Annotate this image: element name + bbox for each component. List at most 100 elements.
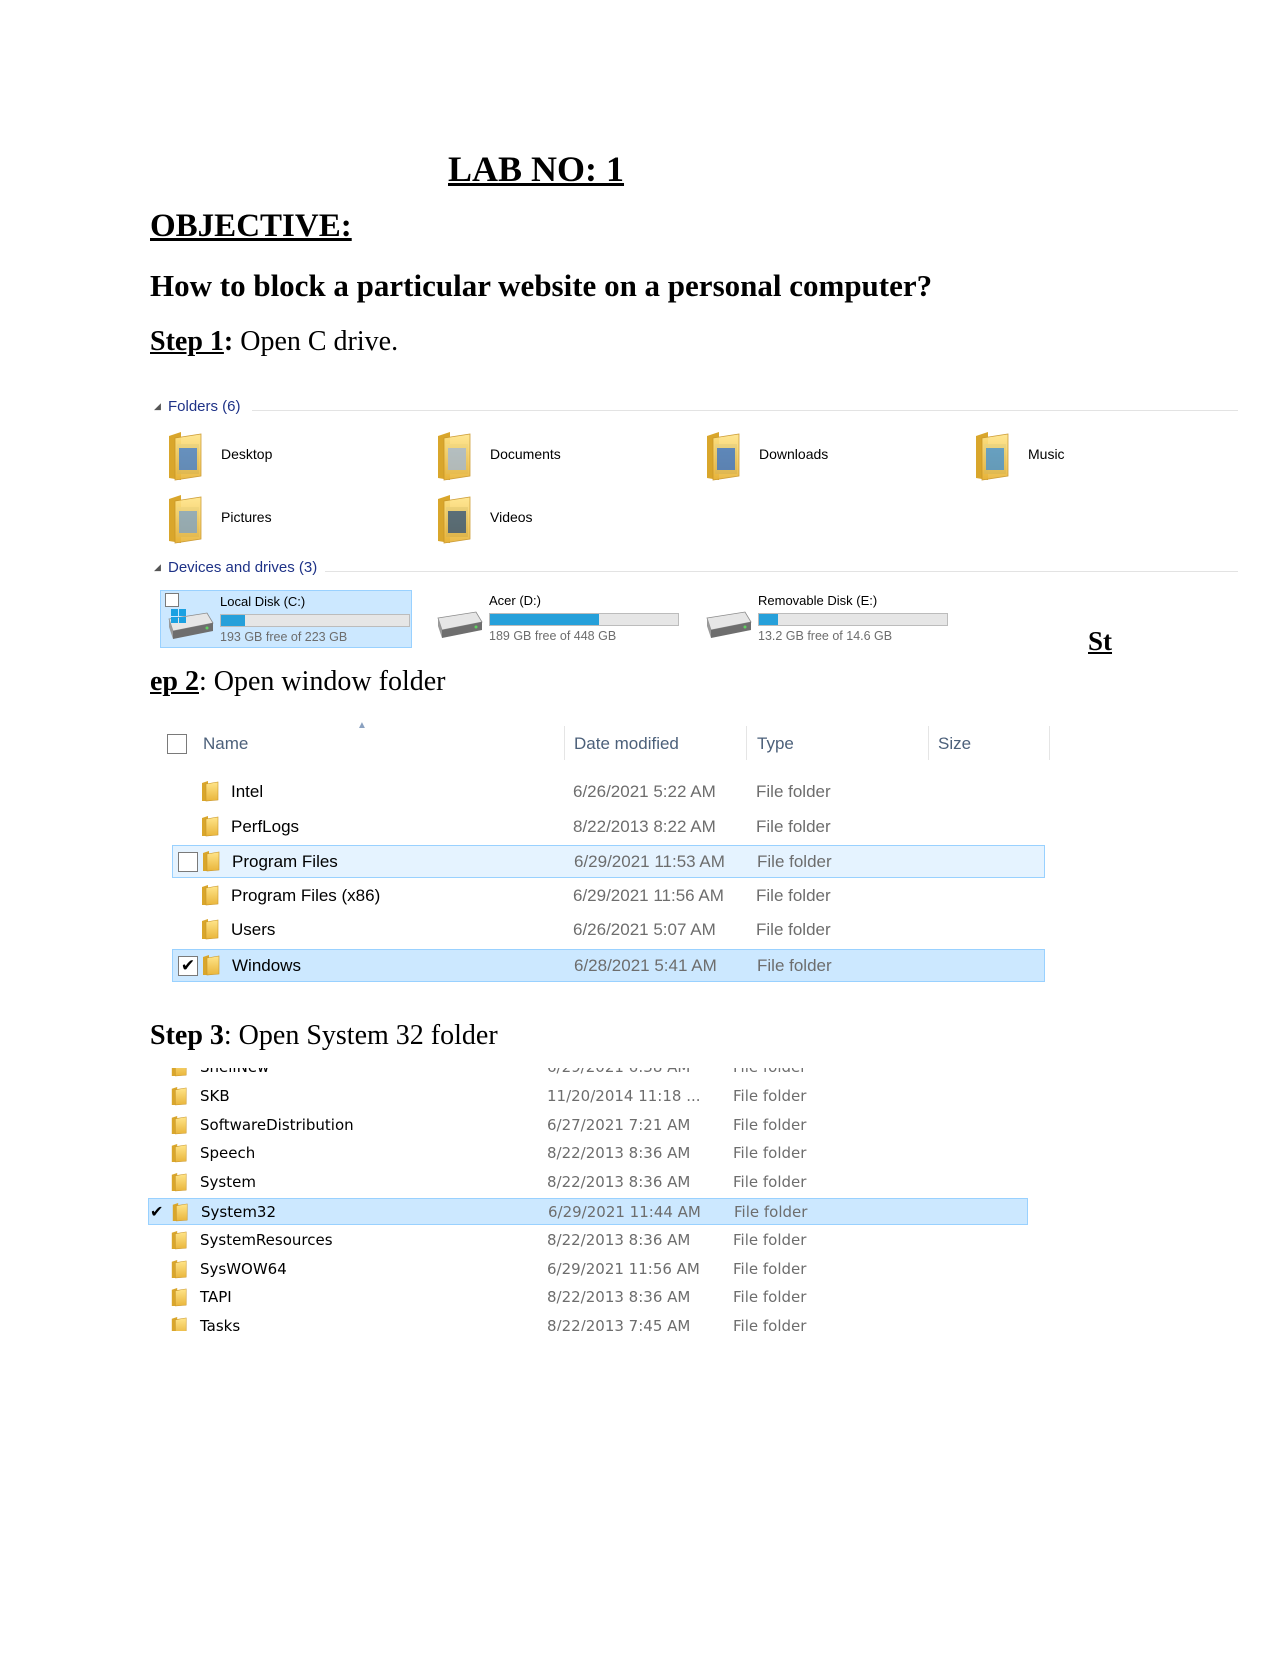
file-name: Windows (232, 955, 301, 975)
videos-folder-icon (438, 495, 471, 544)
file-type: File folder (733, 1086, 807, 1105)
folder-icon (201, 884, 219, 905)
drive-usage-fill (490, 614, 600, 625)
file-name: Speech (200, 1144, 256, 1163)
sort-ascending-icon: ▲ (357, 720, 367, 731)
folder-icon (171, 1316, 187, 1331)
table-row[interactable]: Program Files (x86) 6/29/2021 11:56 AM Fil… (172, 880, 1045, 913)
file-date-modified: 11/20/2014 11:18 ... (547, 1086, 701, 1105)
file-type: File folder (733, 1230, 807, 1249)
file-date-modified: 8/22/2013 8:36 AM (547, 1144, 691, 1163)
file-date-modified: 6/29/2021 6:38 AM (547, 1068, 690, 1076)
column-separator[interactable] (928, 726, 929, 760)
column-header-row: Name ▲ Date modified Type Size (160, 720, 1060, 762)
drive-tile[interactable]: Removable Disk (E:) 13.2 GB free of 14.6 … (699, 590, 951, 648)
table-row[interactable]: TAPI 8/22/2013 8:36 AM File folder (148, 1284, 1028, 1311)
file-date-modified: 8/22/2013 8:36 AM (547, 1230, 691, 1249)
table-row[interactable]: Users 6/26/2021 5:07 AM File folder (172, 914, 1045, 947)
step1-text: Open C drive. (233, 326, 399, 357)
devices-group-header[interactable]: ◢ Devices and drives (3) (150, 559, 1238, 583)
file-type: File folder (733, 1144, 807, 1163)
file-date-modified: 6/29/2021 11:56 AM (573, 885, 724, 905)
folder-tile[interactable]: Music (972, 430, 1222, 486)
folder-icon (171, 1259, 187, 1278)
folder-tile[interactable]: Desktop (165, 430, 415, 486)
column-header-size[interactable]: Size (938, 734, 971, 754)
table-row[interactable]: Intel 6/26/2021 5:22 AM File folder (172, 776, 1045, 809)
table-row[interactable]: ✔ Windows 6/28/2021 5:41 AM File folder (172, 948, 1045, 982)
devices-group-label: Devices and drives (3) (168, 559, 318, 576)
file-type: File folder (734, 1203, 808, 1221)
file-type: File folder (756, 816, 831, 836)
folder-label: Pictures (221, 509, 272, 525)
step3-label: Step 3 (150, 1020, 224, 1051)
table-row[interactable]: Speech 8/22/2013 8:36 AM File folder (148, 1140, 1028, 1167)
file-date-modified: 6/26/2021 5:22 AM (573, 782, 716, 801)
file-name: Intel (231, 782, 264, 801)
file-date-modified: 8/22/2013 8:36 AM (547, 1288, 691, 1307)
file-date-modified: 8/22/2013 8:22 AM (573, 816, 716, 836)
column-header-name[interactable]: Name (203, 734, 248, 754)
drive-checkbox[interactable] (165, 593, 179, 607)
row-checkbox[interactable] (178, 852, 198, 872)
step2-heading-prefix: St (1088, 626, 1113, 656)
documents-folder-icon (438, 432, 471, 481)
file-date-modified: 6/27/2021 7:21 AM (547, 1115, 691, 1134)
folder-tile[interactable]: Documents (434, 430, 684, 486)
hard-drive-icon (437, 611, 483, 638)
column-header-type[interactable]: Type (757, 734, 794, 754)
step2-text: : Open window folder (199, 666, 446, 697)
file-type: File folder (733, 1259, 807, 1278)
folder-icon (171, 1115, 187, 1134)
row-checkbox[interactable]: ✔ (178, 955, 198, 976)
column-separator[interactable] (1049, 726, 1050, 760)
folders-group-label: Folders (6) (168, 398, 241, 415)
file-date-modified: 6/29/2021 11:53 AM (574, 852, 725, 871)
file-name: Program Files (232, 852, 338, 871)
folder-icon (171, 1230, 187, 1250)
column-separator[interactable] (746, 726, 747, 760)
file-type: File folder (757, 852, 832, 871)
table-row[interactable]: SoftwareDistribution 6/27/2021 7:21 AM Fil… (148, 1112, 1028, 1139)
select-all-checkbox[interactable] (167, 734, 187, 754)
folder-icon (171, 1172, 187, 1192)
step3-text: : Open System 32 folder (223, 1020, 498, 1051)
folder-tile[interactable]: Downloads (703, 430, 953, 486)
file-name: SysWOW64 (200, 1259, 287, 1278)
file-date-modified: 6/29/2021 11:56 AM (547, 1259, 700, 1278)
drive-usage-fill (221, 615, 246, 626)
column-separator[interactable] (564, 726, 565, 760)
folder-label: Documents (490, 446, 561, 462)
table-row[interactable]: System 8/22/2013 8:36 AM File folder (148, 1169, 1028, 1196)
folder-icon (201, 780, 219, 802)
table-row[interactable]: ShellNew 6/29/2021 6:38 AM File folder (148, 1068, 1028, 1081)
step1-label: Step 1 (150, 326, 224, 357)
check-icon[interactable]: ✔ (150, 1202, 163, 1221)
file-name: Tasks (200, 1317, 241, 1331)
drive-tile[interactable]: Acer (D:) 189 GB free of 448 GB (430, 590, 682, 648)
folder-icon (201, 918, 219, 940)
table-row[interactable]: SystemResources 8/22/2013 8:36 AM File fol… (148, 1227, 1028, 1254)
file-type: File folder (733, 1173, 807, 1192)
column-header-date[interactable]: Date modified (574, 734, 679, 754)
file-date-modified: 6/26/2021 5:07 AM (573, 920, 716, 939)
objective-question: How to block a particular website on a p… (150, 268, 933, 303)
file-name: SoftwareDistribution (200, 1115, 354, 1134)
folder-tile[interactable]: Videos (434, 493, 684, 549)
hard-drive-icon (706, 611, 752, 638)
step3-heading: Step 3: Open System 32 folder (150, 1020, 498, 1052)
folder-icon (171, 1068, 187, 1077)
table-row[interactable]: SysWOW64 6/29/2021 11:56 AM File folder (148, 1256, 1028, 1283)
file-name: Program Files (x86) (231, 885, 381, 905)
table-row[interactable]: Program Files 6/29/2021 11:53 AM File fold… (172, 845, 1045, 878)
table-row[interactable]: SKB 11/20/2014 11:18 ... File folder (148, 1083, 1028, 1110)
folder-tile[interactable]: Pictures (165, 493, 415, 549)
file-name: SKB (200, 1086, 230, 1105)
collapse-triangle-icon: ◢ (154, 562, 161, 572)
table-row[interactable]: Tasks 8/22/2013 7:45 AM File folder (148, 1313, 1028, 1331)
folders-group-header[interactable]: ◢ Folders (6) (150, 398, 1238, 422)
drive-tile[interactable]: Local Disk (C:) 193 GB free of 223 GB (160, 590, 412, 648)
table-row[interactable]: PerfLogs 8/22/2013 8:22 AM File folder (172, 811, 1045, 844)
file-date-modified: 6/29/2021 11:44 AM (548, 1203, 701, 1221)
table-row[interactable]: ✔ System32 6/29/2021 11:44 AM File folder (148, 1198, 1028, 1225)
